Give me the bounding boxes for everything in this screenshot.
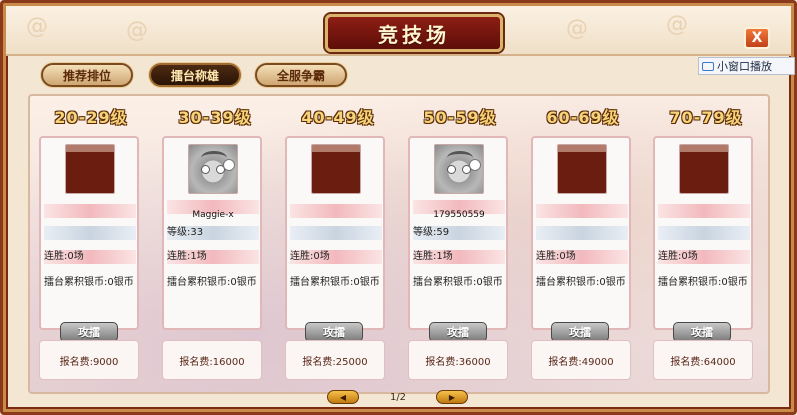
level-bar <box>44 226 136 240</box>
win-streak: 连胜:1场 <box>167 251 207 262</box>
player-level: 等级:59 <box>413 227 450 238</box>
accumulated-silver: 擂台累积银币:0银币 <box>44 277 134 288</box>
arena-card: 179550559 等级:59 连胜:1场 擂台累积银币:0银币 <box>408 136 508 330</box>
win-streak: 连胜:0场 <box>290 251 330 262</box>
level-bar <box>658 226 750 240</box>
arrow-right-icon: ▶ <box>448 392 456 402</box>
tab-arena-champion[interactable]: 擂台称雄 <box>149 63 241 87</box>
prev-page-button[interactable]: ◀ <box>327 390 359 404</box>
swirl-ornament-icon: @ <box>126 18 148 43</box>
attack-button[interactable]: 攻擂 <box>60 322 118 342</box>
level-title: 30-39级 <box>178 108 252 127</box>
level-bar <box>536 226 628 240</box>
entry-fee: 报名费:64000 <box>653 340 753 380</box>
accumulated-silver: 擂台累积银币:0银币 <box>167 277 257 288</box>
empty-avatar <box>65 144 115 194</box>
entry-fee: 报名费:49000 <box>531 340 631 380</box>
arena-card: Maggie-x 等级:33 连胜:1场 擂台累积银币:0银币 <box>162 136 262 330</box>
swirl-ornament-icon: @ <box>566 16 588 41</box>
mini-window-play-button[interactable]: 小窗口播放 <box>698 57 795 75</box>
level-title: 40-49级 <box>301 108 375 127</box>
arena-card: 连胜:0场 擂台累积银币:0银币 <box>531 136 631 330</box>
player-name: 179550559 <box>433 210 485 220</box>
level-title: 70-79级 <box>669 108 743 127</box>
name-bar <box>536 204 628 218</box>
level-title: 20-29级 <box>54 108 128 127</box>
tab-recommend-rank[interactable]: 推荐排位 <box>41 63 133 87</box>
player-avatar[interactable] <box>434 144 484 194</box>
arena-card: 连胜:0场 擂台累积银币:0银币 <box>285 136 385 330</box>
tab-server-battle[interactable]: 全服争霸 <box>255 63 347 87</box>
attack-button[interactable]: 攻擂 <box>673 322 731 342</box>
mini-window-play-label: 小窗口播放 <box>717 60 772 73</box>
arena-card: 连胜:0场 擂台累积银币:0银币 <box>39 136 139 330</box>
arrow-left-icon: ◀ <box>339 392 347 402</box>
arena-card: 连胜:0场 擂台累积银币:0银币 <box>653 136 753 330</box>
name-bar <box>290 204 382 218</box>
accumulated-silver: 擂台累积银币:0银币 <box>658 277 748 288</box>
tv-icon <box>702 61 714 71</box>
swirl-ornament-icon: @ <box>26 14 48 39</box>
player-avatar[interactable] <box>188 144 238 194</box>
accumulated-silver: 擂台累积银币:0银币 <box>290 277 380 288</box>
attack-button[interactable]: 攻擂 <box>429 322 487 342</box>
empty-avatar <box>557 144 607 194</box>
win-streak: 连胜:1场 <box>413 251 453 262</box>
player-name: Maggie-x <box>192 210 234 220</box>
accumulated-silver: 擂台累积银币:0银币 <box>536 277 626 288</box>
entry-fee: 报名费:16000 <box>162 340 262 380</box>
empty-avatar <box>311 144 361 194</box>
name-bar <box>44 204 136 218</box>
win-streak: 连胜:0场 <box>536 251 576 262</box>
accumulated-silver: 擂台累积银币:0银币 <box>413 277 503 288</box>
level-bar <box>290 226 382 240</box>
window-title: 竞技场 <box>378 22 450 47</box>
level-title: 50-59级 <box>423 108 497 127</box>
entry-fee: 报名费:36000 <box>408 340 508 380</box>
level-title: 60-69级 <box>546 108 620 127</box>
win-streak: 连胜:0场 <box>658 251 698 262</box>
window-title-plate: 竞技场 <box>325 14 503 52</box>
attack-button[interactable]: 攻擂 <box>305 322 363 342</box>
next-page-button[interactable]: ▶ <box>436 390 468 404</box>
entry-fee: 报名费:25000 <box>285 340 385 380</box>
win-streak: 连胜:0场 <box>44 251 84 262</box>
page-indicator: 1/2 <box>389 392 407 403</box>
entry-fee: 报名费:9000 <box>39 340 139 380</box>
close-button[interactable]: X <box>744 27 770 49</box>
player-level: 等级:33 <box>167 227 204 238</box>
attack-button[interactable]: 攻擂 <box>551 322 609 342</box>
swirl-ornament-icon: @ <box>666 12 688 37</box>
name-bar <box>658 204 750 218</box>
empty-avatar <box>679 144 729 194</box>
